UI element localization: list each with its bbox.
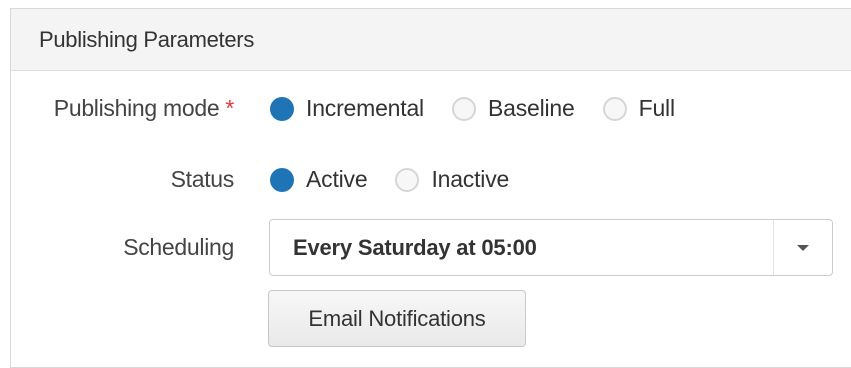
publishing-mode-label-text: Publishing mode bbox=[53, 95, 220, 121]
chevron-down-icon bbox=[797, 244, 809, 251]
radio-unchecked-icon[interactable] bbox=[451, 96, 476, 121]
radio-checked-icon[interactable] bbox=[270, 167, 294, 192]
email-notifications-button[interactable]: Email Notifications bbox=[268, 290, 526, 347]
publishing-mode-option-baseline[interactable]: Baseline bbox=[451, 95, 575, 122]
scheduling-selected-value: Every Saturday at 05:00 bbox=[293, 234, 537, 260]
publishing-mode-option-full[interactable]: Full bbox=[602, 95, 675, 122]
required-asterisk: * bbox=[225, 95, 234, 121]
status-option-label: Active bbox=[306, 166, 368, 192]
status-option-label: Inactive bbox=[431, 166, 510, 192]
publishing-mode-option-label: Baseline bbox=[487, 95, 575, 121]
publishing-mode-radio-group: Incremental Baseline Full bbox=[270, 95, 703, 122]
status-label-text: Status bbox=[170, 166, 235, 192]
radio-checked-icon[interactable] bbox=[270, 96, 294, 121]
publishing-mode-option-label: Incremental bbox=[306, 95, 424, 121]
publishing-mode-option-label: Full bbox=[638, 95, 675, 121]
panel-title: Publishing Parameters bbox=[11, 9, 851, 71]
radio-unchecked-icon[interactable] bbox=[395, 167, 420, 192]
radio-unchecked-icon[interactable] bbox=[602, 96, 627, 121]
status-option-active[interactable]: Active bbox=[270, 166, 368, 193]
scheduling-label: Scheduling bbox=[123, 234, 234, 261]
status-option-inactive[interactable]: Inactive bbox=[395, 166, 509, 193]
status-radio-group: Active Inactive bbox=[270, 166, 537, 193]
scheduling-label-text: Scheduling bbox=[123, 234, 234, 260]
publishing-mode-label: Publishing mode * bbox=[53, 95, 235, 122]
select-toggle[interactable] bbox=[774, 244, 832, 251]
status-label: Status bbox=[170, 166, 235, 193]
scheduling-select[interactable]: Every Saturday at 05:00 bbox=[269, 219, 833, 276]
publishing-mode-option-incremental[interactable]: Incremental bbox=[270, 95, 424, 122]
